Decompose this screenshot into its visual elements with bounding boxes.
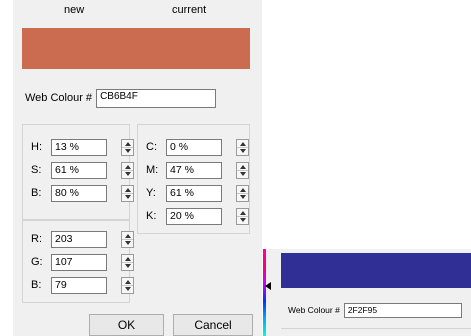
background-web-colour-input[interactable]: 2F2F95 — [343, 302, 462, 318]
blue-input[interactable]: 79 — [51, 276, 107, 294]
hue-spinner[interactable] — [121, 138, 134, 156]
magenta-label: M: — [146, 164, 159, 176]
background-dialog-divider — [281, 328, 471, 336]
red-row: R: 203 — [31, 230, 134, 248]
magenta-row: M: 47 % — [146, 161, 249, 179]
magenta-spinner[interactable] — [236, 161, 249, 179]
brightness-input[interactable]: 80 % — [51, 184, 107, 202]
background-color-preview — [281, 253, 471, 288]
cyan-spinner[interactable] — [236, 138, 249, 156]
background-web-colour-row: Web Colour # 2F2F95 — [288, 302, 462, 318]
magenta-input[interactable]: 47 % — [166, 161, 222, 179]
hue-slider[interactable] — [263, 249, 266, 336]
black-spinner[interactable] — [236, 207, 249, 225]
saturation-label: S: — [31, 164, 42, 176]
hue-input[interactable]: 13 % — [51, 138, 107, 156]
green-row: G: 107 — [31, 253, 134, 271]
hue-row: H: 13 % — [31, 138, 134, 156]
yellow-label: Y: — [146, 187, 156, 199]
saturation-input[interactable]: 61 % — [51, 161, 107, 179]
blue-label: B: — [31, 279, 42, 291]
black-row: K: 20 % — [146, 207, 249, 225]
cancel-button[interactable]: Cancel — [173, 314, 253, 336]
blue-row: B: 79 — [31, 276, 134, 294]
black-input[interactable]: 20 % — [166, 207, 222, 225]
red-label: R: — [31, 233, 42, 245]
web-colour-input[interactable]: CB6B4F — [96, 88, 217, 108]
red-spinner[interactable] — [121, 230, 134, 248]
rgb-group: R: 203 G: 107 B: 79 — [22, 220, 134, 303]
brightness-spinner[interactable] — [121, 184, 134, 202]
brightness-row: B: 80 % — [31, 184, 134, 202]
hue-label: H: — [31, 141, 42, 153]
green-label: G: — [31, 256, 43, 268]
yellow-input[interactable]: 61 % — [166, 184, 222, 202]
new-color-label: new — [64, 4, 85, 16]
saturation-spinner[interactable] — [121, 161, 134, 179]
cyan-label: C: — [146, 141, 157, 153]
green-spinner[interactable] — [121, 253, 134, 271]
web-colour-label: Web Colour # — [25, 92, 93, 104]
web-colour-row: Web Colour # CB6B4F — [25, 88, 217, 108]
red-input[interactable]: 203 — [51, 230, 107, 248]
color-preview-swatch — [22, 28, 250, 69]
background-web-colour-label: Web Colour # — [288, 305, 340, 315]
hue-slider-handle-icon[interactable] — [265, 282, 271, 290]
black-label: K: — [146, 210, 157, 222]
cmyk-group: C: 0 % M: 47 % Y: 61 % K: 20 % — [137, 124, 250, 234]
ok-button[interactable]: OK — [89, 314, 164, 336]
current-color-label: current — [172, 4, 207, 16]
cyan-input[interactable]: 0 % — [166, 138, 222, 156]
green-input[interactable]: 107 — [51, 253, 107, 271]
yellow-spinner[interactable] — [236, 184, 249, 202]
brightness-label: B: — [31, 187, 42, 199]
cyan-row: C: 0 % — [146, 138, 249, 156]
color-picker-dialog: new current Web Colour # CB6B4F H: 13 % … — [13, 0, 262, 336]
saturation-row: S: 61 % — [31, 161, 134, 179]
blue-spinner[interactable] — [121, 276, 134, 294]
yellow-row: Y: 61 % — [146, 184, 249, 202]
hsb-group: H: 13 % S: 61 % B: 80 % — [22, 124, 134, 220]
